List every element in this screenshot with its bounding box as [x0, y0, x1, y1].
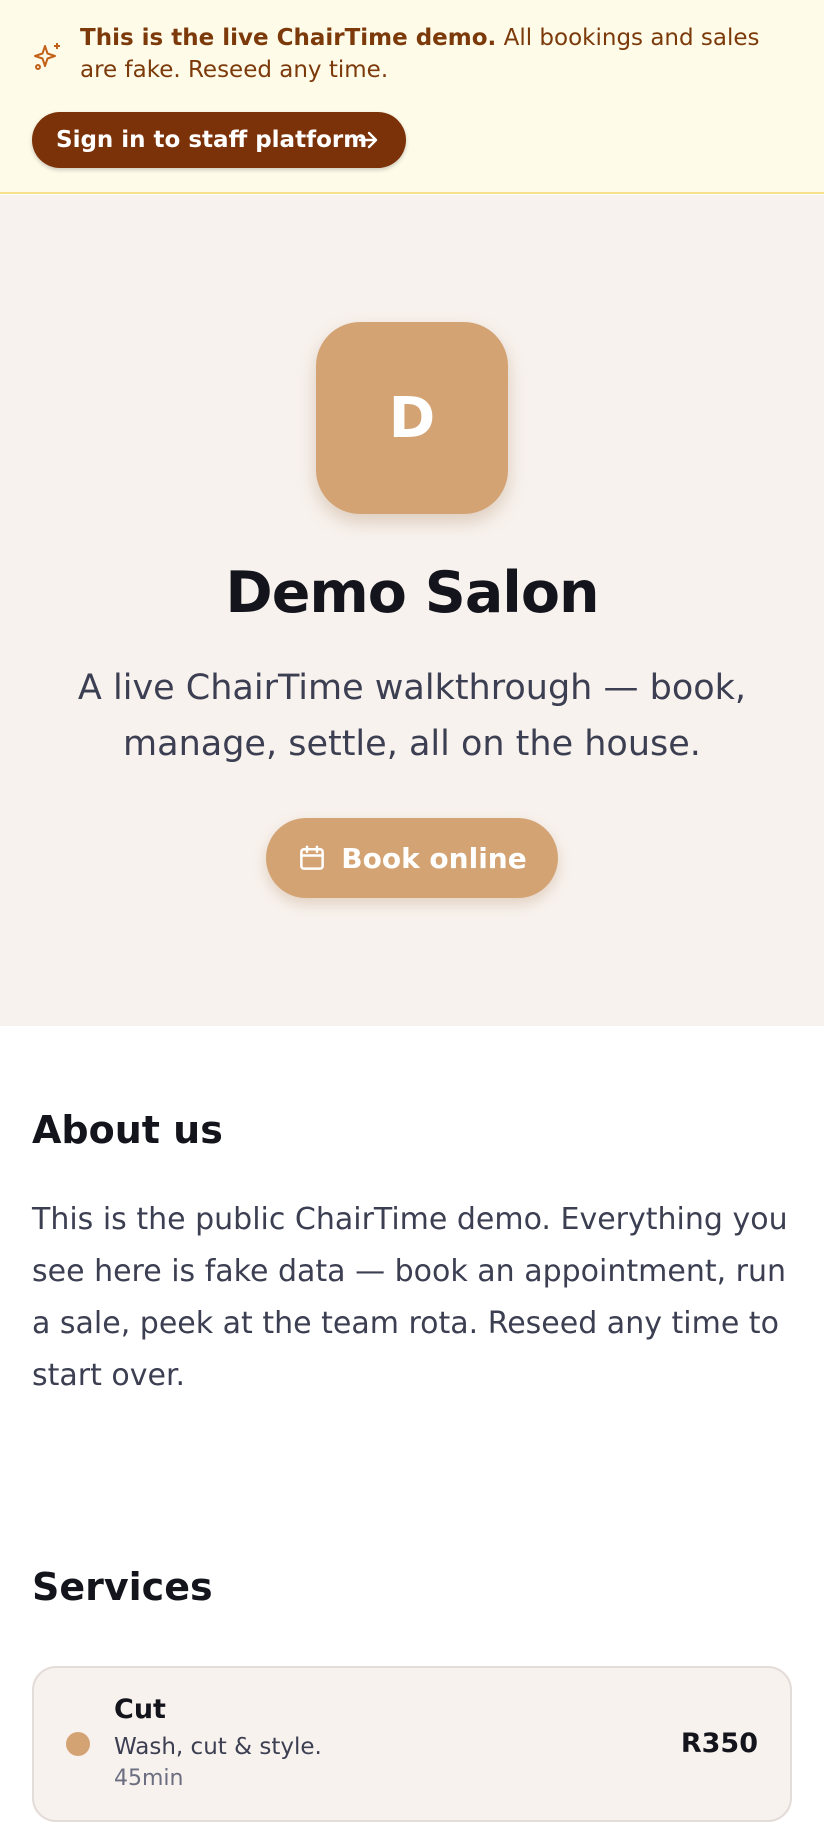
- sparkles-icon: [34, 43, 60, 70]
- demo-notice-bold: This is the live ChairTime demo.: [80, 25, 497, 51]
- service-price: R350: [680, 1728, 758, 1759]
- calendar-icon: [300, 845, 325, 870]
- about-text: This is the public ChairTime demo. Every…: [32, 1202, 788, 1393]
- book-online-label: Book online: [341, 841, 527, 875]
- signin-staff-button[interactable]: Sign in to staff platform: [32, 112, 406, 168]
- demo-banner: This is the live ChairTime demo. All boo…: [0, 0, 824, 194]
- salon-tagline: A live ChairTime walkthrough — book, man…: [77, 668, 747, 764]
- service-description: Wash, cut & style.: [114, 1734, 322, 1760]
- salon-logo: D: [316, 322, 508, 514]
- service-item-cut[interactable]: Cut Wash, cut & style. 45min R350: [32, 1666, 792, 1822]
- salon-name: Demo Salon: [225, 560, 599, 626]
- signin-staff-label: Sign in to staff platform: [56, 127, 368, 153]
- demo-notice: This is the live ChairTime demo. All boo…: [80, 22, 790, 86]
- service-name: Cut: [114, 1694, 166, 1725]
- service-color-dot: [66, 1732, 90, 1756]
- service-duration: 45min: [114, 1766, 184, 1791]
- book-online-button[interactable]: Book online: [266, 818, 558, 898]
- about-heading: About us: [32, 1108, 223, 1152]
- hero-section: D Demo Salon A live ChairTime walkthroug…: [0, 195, 824, 1026]
- services-heading: Services: [32, 1565, 213, 1609]
- arrow-right-icon: [358, 131, 378, 149]
